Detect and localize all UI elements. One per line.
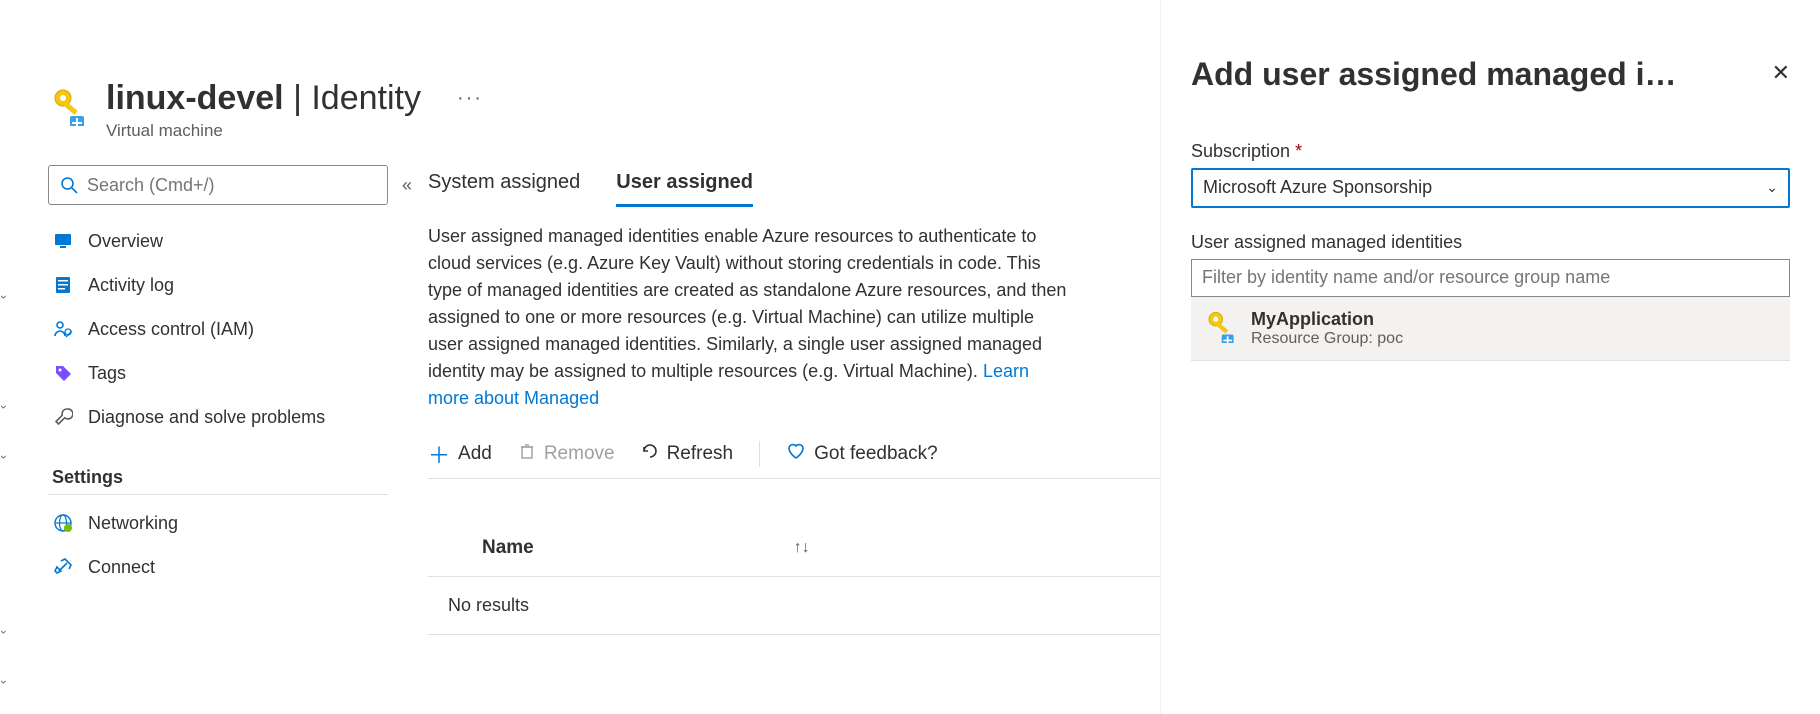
sidebar-item-iam[interactable]: Access control (IAM): [48, 307, 428, 351]
sidebar-item-networking[interactable]: Networking: [48, 501, 428, 545]
sidebar-item-diagnose[interactable]: Diagnose and solve problems: [48, 395, 428, 439]
subscription-value: Microsoft Azure Sponsorship: [1203, 177, 1432, 198]
resource-name: linux-devel: [106, 79, 284, 117]
sidebar-item-label: Networking: [88, 513, 178, 534]
sidebar-item-label: Connect: [88, 557, 155, 578]
heart-icon: [786, 441, 806, 467]
close-icon[interactable]: ✕: [1772, 60, 1790, 86]
sidebar-item-label: Diagnose and solve problems: [88, 407, 325, 428]
refresh-icon: [641, 442, 659, 466]
identity-description: User assigned managed identities enable …: [428, 223, 1068, 412]
section-title: Identity: [311, 79, 421, 117]
rail-caret[interactable]: ›: [0, 295, 11, 299]
search-icon: [59, 175, 79, 195]
rail-caret[interactable]: ›: [0, 405, 11, 409]
identity-result-item[interactable]: MyApplication Resource Group: poc: [1191, 297, 1790, 361]
identity-resource-group: Resource Group: poc: [1251, 330, 1403, 348]
globe-icon: [52, 513, 74, 533]
sidebar-section-settings: Settings: [48, 467, 428, 488]
key-icon: [1203, 309, 1237, 348]
toolbar-separator: [759, 441, 760, 467]
add-button[interactable]: ＋ Add: [428, 438, 492, 470]
subscription-select[interactable]: Microsoft Azure Sponsorship ⌄: [1191, 168, 1790, 208]
wrench-icon: [52, 407, 74, 427]
divider: [48, 494, 388, 495]
identities-label: User assigned managed identities: [1191, 232, 1790, 253]
sidebar-item-connect[interactable]: Connect: [48, 545, 428, 589]
sidebar-item-label: Access control (IAM): [88, 319, 254, 340]
sidebar-item-overview[interactable]: Overview: [48, 219, 428, 263]
rail-caret[interactable]: ›: [0, 630, 11, 634]
people-icon: [52, 319, 74, 339]
add-identity-blade: Add user assigned managed i… ✕ Subscript…: [1160, 0, 1820, 714]
sidebar: « Overview Activity log Access control (…: [48, 165, 428, 635]
trash-icon: [518, 442, 536, 466]
rail-caret[interactable]: ›: [0, 680, 11, 684]
refresh-button[interactable]: Refresh: [641, 442, 734, 466]
chevron-down-icon: ⌄: [1766, 179, 1778, 196]
key-icon: [48, 86, 88, 126]
left-rail: › › › › ›: [0, 0, 14, 714]
resource-type: Virtual machine: [106, 121, 483, 141]
tag-icon: [52, 363, 74, 383]
page-title: linux-devel | Identity: [106, 80, 421, 117]
monitor-icon: [52, 231, 74, 251]
identity-name: MyApplication: [1251, 309, 1403, 330]
tab-system-assigned[interactable]: System assigned: [428, 171, 580, 207]
more-menu-icon[interactable]: ···: [457, 87, 483, 110]
tab-user-assigned[interactable]: User assigned: [616, 171, 753, 207]
remove-button: Remove: [518, 442, 615, 466]
sidebar-item-label: Activity log: [88, 275, 174, 296]
sort-icon[interactable]: ↑↓: [794, 539, 810, 557]
col-name[interactable]: Name: [482, 537, 534, 559]
collapse-sidebar-icon[interactable]: «: [402, 175, 412, 196]
connect-icon: [52, 557, 74, 577]
plus-icon: ＋: [428, 438, 450, 470]
rail-caret[interactable]: ›: [0, 455, 11, 459]
blade-title: Add user assigned managed i…: [1191, 56, 1676, 93]
search-input[interactable]: [87, 175, 377, 196]
search-input-wrapper[interactable]: [48, 165, 388, 205]
sidebar-item-tags[interactable]: Tags: [48, 351, 428, 395]
sidebar-item-activity-log[interactable]: Activity log: [48, 263, 428, 307]
log-icon: [52, 275, 74, 295]
required-asterisk: *: [1295, 141, 1302, 161]
identity-filter-input[interactable]: [1191, 259, 1790, 297]
subscription-label: Subscription *: [1191, 141, 1790, 162]
sidebar-item-label: Overview: [88, 231, 163, 252]
feedback-button[interactable]: Got feedback?: [786, 441, 938, 467]
sidebar-item-label: Tags: [88, 363, 126, 384]
